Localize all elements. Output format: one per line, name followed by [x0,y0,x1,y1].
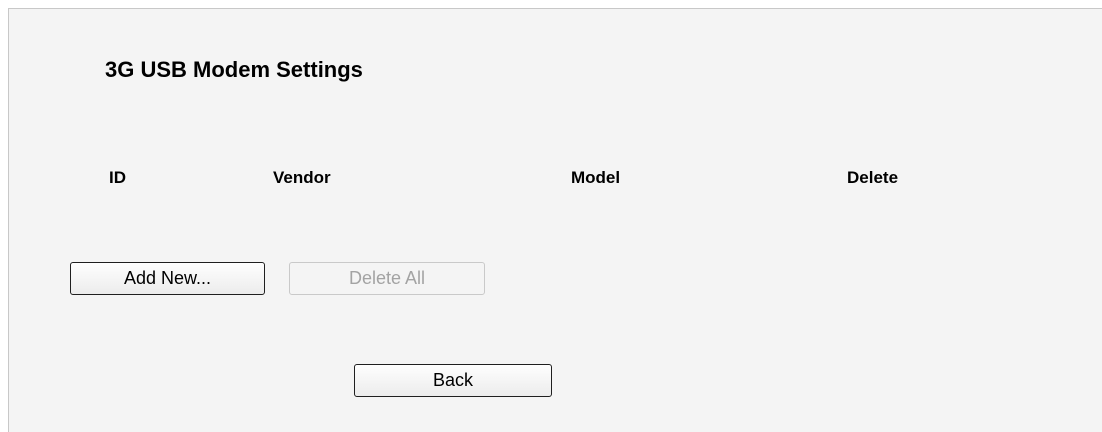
add-new-button[interactable]: Add New... [70,262,265,295]
column-header-vendor: Vendor [273,168,331,187]
page-title: 3G USB Modem Settings [105,57,363,82]
column-header-model: Model [571,168,621,187]
column-header-id: ID [109,168,126,187]
settings-panel: 3G USB Modem Settings ID Vendor Model De… [8,8,1102,432]
back-button[interactable]: Back [354,364,552,397]
column-header-delete: Delete [847,168,899,187]
delete-all-button[interactable]: Delete All [289,262,485,295]
